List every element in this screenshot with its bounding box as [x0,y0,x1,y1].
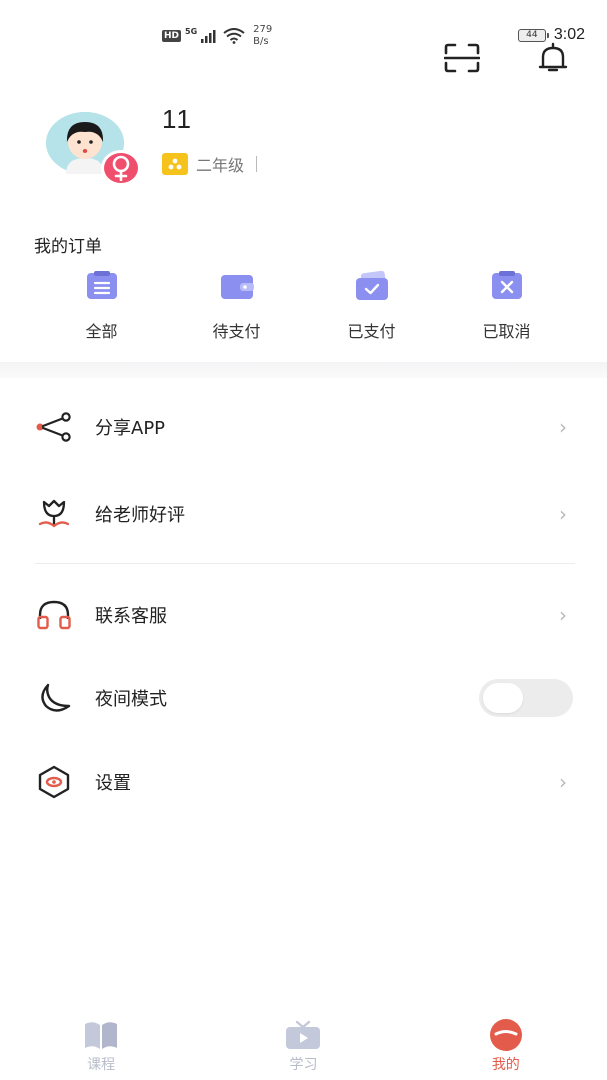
order-all-button[interactable]: 全部 [34,270,169,342]
menu-label: 设置 [95,773,131,794]
card-check-icon [354,270,390,302]
chevron-right-icon: › [559,415,567,439]
tab-label: 课程 [87,1057,116,1073]
status-bar: HD 5G 279 B/s 44 3:02 [0,0,607,52]
tab-mine[interactable]: 我的 [406,1010,606,1080]
face-icon [488,1019,524,1051]
menu-rate-teacher[interactable]: 给老师好评 › [0,484,607,544]
order-label: 已支付 [347,322,396,341]
speed-unit: B/s [253,36,269,47]
grade-badge-icon [162,153,188,175]
orders-row: 全部 待支付 已支付 已取消 [34,270,574,342]
clipboard-x-icon [489,270,525,302]
tv-icon [285,1020,321,1050]
headphones-icon [35,596,73,634]
order-unpaid-button[interactable]: 待支付 [169,270,304,342]
username: 11 [162,104,193,134]
tab-study[interactable]: 学习 [203,1010,403,1080]
toggle-knob [483,683,523,713]
female-icon [112,155,130,181]
chevron-right-icon: › [559,603,567,627]
speed-value: 279 [253,24,273,35]
menu-contact-support[interactable]: 联系客服 › [0,585,607,645]
night-mode-toggle[interactable] [479,679,573,717]
chevron-right-icon: › [559,770,567,794]
menu-settings[interactable]: 设置 › [0,752,607,812]
grade-divider [256,156,258,172]
menu-label: 联系客服 [95,606,167,627]
chevron-right-icon: › [559,502,567,526]
network-type: 5G [185,27,198,36]
order-label: 全部 [85,322,118,341]
tab-courses[interactable]: 课程 [1,1010,201,1080]
signal-icon [201,30,216,43]
grade-selector[interactable]: 二年级 [162,152,258,176]
menu-share-app[interactable]: 分享APP › [0,397,607,457]
moon-icon [35,679,73,717]
menu-label: 夜间模式 [95,689,167,710]
order-label: 已取消 [482,322,531,341]
scan-button[interactable] [444,40,480,76]
menu-night-mode: 夜间模式 [0,668,607,728]
wallet-icon [219,270,255,302]
hd-indicator: HD [162,30,182,42]
menu-label: 给老师好评 [95,505,185,526]
book-icon [83,1020,119,1050]
settings-icon [35,763,73,801]
gender-badge [101,150,141,186]
flower-icon [35,495,73,533]
notification-button[interactable] [535,40,571,76]
bottom-tab-bar: 课程 学习 我的 [0,1010,607,1080]
section-separator [0,362,607,378]
network-speed: 279 B/s [253,24,272,48]
bell-icon [538,42,568,72]
tab-label: 我的 [491,1057,520,1073]
grade-label: 二年级 [196,156,245,175]
orders-title: 我的订单 [34,237,102,257]
order-paid-button[interactable]: 已支付 [304,270,439,342]
list-icon [84,270,120,302]
wifi-icon [223,28,245,44]
menu-label: 分享APP [95,418,166,439]
menu-divider [35,563,575,564]
tab-label: 学习 [289,1057,318,1073]
order-label: 待支付 [212,322,261,341]
share-icon [35,408,73,446]
order-cancelled-button[interactable]: 已取消 [439,270,574,342]
scan-icon [444,43,480,73]
